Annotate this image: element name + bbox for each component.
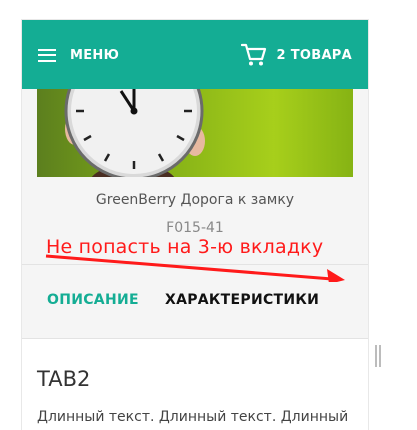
mobile-page-frame: МЕНЮ 2 ТОВАРА GreenBerry Дорога к замку … — [22, 20, 368, 430]
red-arrow — [45, 254, 345, 282]
menu-button[interactable]: МЕНЮ — [38, 44, 119, 66]
product-photo-illustration — [64, 89, 205, 177]
product-code: F015-41 — [166, 220, 224, 236]
product-image[interactable] — [37, 89, 353, 177]
tab-characteristics[interactable]: ХАРАКТЕРИСТИКИ — [165, 292, 319, 308]
cart-icon — [240, 43, 266, 66]
product-title[interactable]: GreenBerry Дорога к замку — [22, 192, 368, 208]
cart-count-label: 2 ТОВАРА — [276, 47, 352, 63]
cart-button[interactable]: 2 ТОВАРА — [240, 41, 352, 69]
hamburger-icon — [38, 48, 56, 62]
wall-clock — [64, 89, 204, 177]
menu-label: МЕНЮ — [70, 47, 120, 63]
tab-content-panel: TAB2 Длинный текст. Длинный текст. Длинн… — [22, 338, 368, 430]
tab-heading: TAB2 — [37, 367, 91, 391]
tab-body-text: Длинный текст. Длинный текст. Длинный — [37, 409, 349, 425]
tab-description[interactable]: ОПИСАНИЕ — [47, 292, 139, 308]
top-navigation-bar: МЕНЮ 2 ТОВАРА — [22, 20, 368, 89]
scroll-grip-icon[interactable] — [375, 345, 381, 367]
